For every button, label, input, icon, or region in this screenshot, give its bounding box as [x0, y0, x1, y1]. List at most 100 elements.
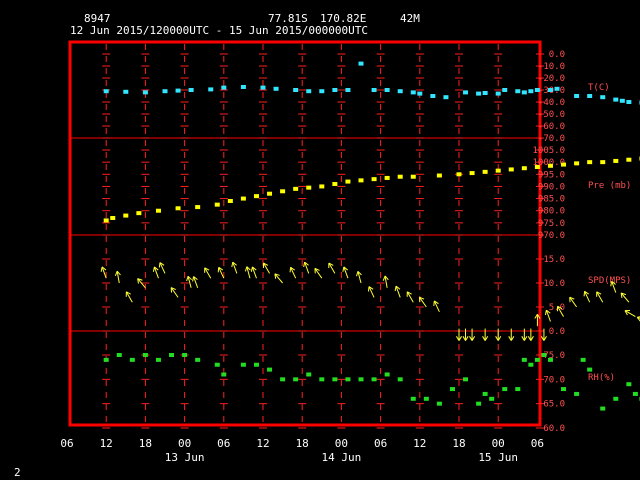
- temperature-point: [476, 91, 482, 96]
- pressure-point: [397, 174, 403, 179]
- x-tick-label: 00: [178, 437, 191, 450]
- wind-arrow: [469, 328, 476, 341]
- wind-arrow: [158, 262, 166, 274]
- wind-arrow: [328, 262, 336, 274]
- wind-arrow: [186, 275, 192, 288]
- y-tick-label: -10.0: [538, 62, 565, 72]
- page-number: 2: [14, 466, 21, 479]
- y-tick-label: 985.0: [538, 195, 565, 205]
- humidity-point: [463, 377, 469, 382]
- humidity-point: [587, 367, 593, 372]
- wind-arrow: [314, 267, 323, 279]
- temperature-point: [273, 86, 279, 91]
- x-tick-label: 12: [256, 437, 269, 450]
- pressure-point: [253, 194, 259, 199]
- wind-arrow: [540, 328, 547, 341]
- temperature-point: [482, 91, 488, 95]
- temperature-point: [345, 88, 351, 92]
- y-tick-label: 10.0: [543, 279, 565, 289]
- y-tick-label: -60.0: [538, 122, 565, 132]
- humidity-point: [580, 357, 586, 362]
- wind-arrow: [262, 262, 270, 274]
- pressure-point: [410, 174, 416, 179]
- pressure-point: [613, 158, 619, 163]
- panel-label-temperature: T(C): [588, 83, 610, 93]
- humidity-point: [319, 377, 325, 382]
- temperature-point: [142, 90, 148, 95]
- panel-labels: T(C) Pre (mb) SPD(MPS) RH(%): [588, 83, 631, 383]
- humidity-point: [345, 377, 351, 382]
- pressure-point: [626, 157, 632, 162]
- humidity-point: [267, 367, 273, 372]
- temperature-point: [410, 90, 416, 95]
- wind-arrow: [274, 273, 283, 284]
- temperature-point: [554, 86, 560, 91]
- temperature-point: [208, 87, 214, 92]
- temperature-point: [430, 94, 436, 98]
- wind-arrow: [569, 296, 578, 308]
- humidity-point: [449, 387, 455, 392]
- pressure-point: [508, 167, 514, 172]
- pressure-point: [384, 175, 390, 180]
- y-tick-label: 990.0: [538, 182, 565, 192]
- date-label: 15 Jun: [478, 451, 518, 464]
- humidity-point: [240, 362, 246, 367]
- y-tick-label: 60.0: [543, 424, 565, 434]
- temperature-point: [103, 89, 109, 94]
- y-tick-label: 975.0: [538, 219, 565, 229]
- pressure-point: [436, 173, 442, 178]
- wind-arrow: [170, 287, 179, 298]
- temperature-point: [619, 98, 625, 103]
- humidity-point: [613, 396, 619, 401]
- temperature-point: [417, 91, 423, 96]
- wind-arrow: [303, 261, 310, 274]
- wind-arrow: [418, 296, 427, 308]
- humidity-point: [397, 377, 403, 382]
- humidity-point: [293, 377, 299, 382]
- humidity-point: [600, 406, 606, 411]
- pressure-point: [482, 169, 488, 174]
- temperature-point: [495, 91, 501, 96]
- wind-arrow: [482, 328, 489, 341]
- wind-arrow: [495, 328, 502, 341]
- humidity-point: [103, 357, 109, 362]
- temperature-point: [384, 88, 390, 92]
- wind-arrow: [244, 266, 251, 279]
- x-tick-label: 18: [139, 437, 152, 450]
- pressure-point: [600, 160, 606, 165]
- y-tick-label: -50.0: [538, 110, 565, 120]
- wind-arrow: [342, 266, 349, 279]
- wind-arrow: [406, 291, 414, 303]
- pressure-point: [306, 185, 312, 190]
- wind-arrow: [125, 291, 133, 303]
- y-tick-label: 70.0: [543, 375, 565, 385]
- pressure-point: [371, 177, 377, 182]
- humidity-point: [384, 372, 390, 377]
- humidity-point: [632, 391, 638, 396]
- humidity-point: [541, 353, 547, 357]
- x-tick-label: 06: [60, 437, 73, 450]
- humidity-point: [436, 401, 442, 406]
- pressure-point: [547, 163, 553, 168]
- date-label: 14 Jun: [322, 451, 362, 464]
- wind-arrow: [596, 291, 604, 303]
- y-tick-label: 995.0: [538, 170, 565, 180]
- humidity-point: [515, 387, 521, 392]
- x-tick-label: 00: [492, 437, 505, 450]
- y-tick-label: -40.0: [538, 98, 565, 108]
- pressure-point: [495, 168, 501, 173]
- temperature-point: [397, 89, 403, 94]
- x-tick-label: 06: [374, 437, 387, 450]
- x-tick-label: 06: [531, 437, 544, 450]
- pressure-point: [280, 189, 286, 194]
- humidity-point: [129, 357, 135, 362]
- x-tick-label: 06: [217, 437, 230, 450]
- humidity-point: [182, 353, 188, 357]
- humidity-point: [332, 377, 338, 382]
- date-label: 13 Jun: [165, 451, 205, 464]
- humidity-point: [116, 353, 122, 357]
- humidity-point: [410, 396, 416, 401]
- x-tick-label: 18: [452, 437, 465, 450]
- pressure-point: [319, 184, 325, 189]
- humidity-point: [423, 396, 429, 401]
